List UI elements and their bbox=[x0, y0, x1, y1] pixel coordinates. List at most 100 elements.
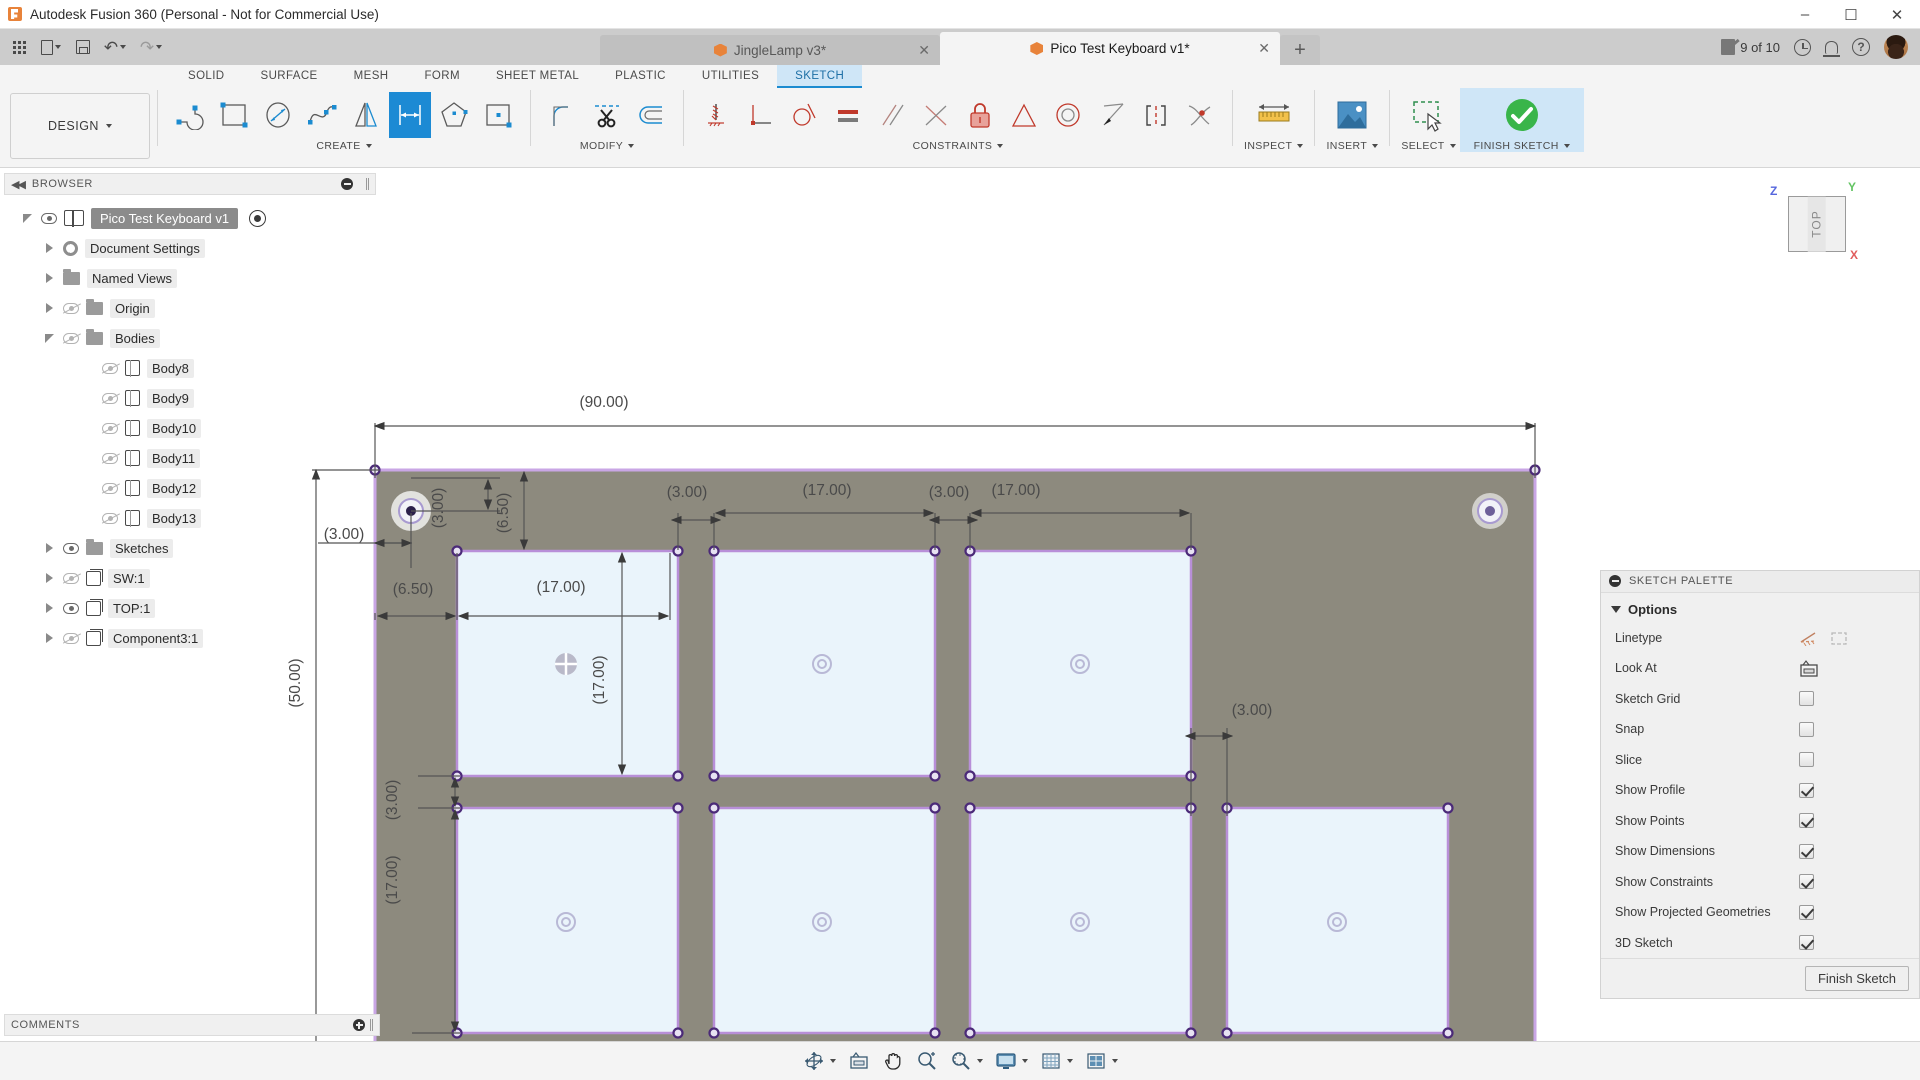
expand-toggle-icon[interactable] bbox=[42, 331, 56, 345]
ribbon-tab-form[interactable]: FORM bbox=[406, 65, 477, 88]
visibility-eye-icon[interactable] bbox=[102, 362, 118, 374]
construction-line-icon[interactable] bbox=[1799, 630, 1819, 646]
ribbon-tab-mesh[interactable]: MESH bbox=[336, 65, 407, 88]
zoom-button[interactable] bbox=[912, 1047, 942, 1075]
select-tool-button[interactable] bbox=[1402, 85, 1454, 145]
sketch-grid-checkbox[interactable] bbox=[1799, 691, 1814, 707]
activate-component-icon[interactable] bbox=[249, 209, 267, 227]
visibility-eye-icon[interactable] bbox=[63, 632, 79, 644]
palette-options-section[interactable]: Options bbox=[1601, 593, 1919, 623]
expand-toggle-icon[interactable] bbox=[42, 601, 56, 615]
ribbon-tab-sheet-metal[interactable]: SHEET METAL bbox=[478, 65, 597, 88]
tree-item-body11[interactable]: Body11 bbox=[4, 443, 380, 473]
show-projected-geometries-checkbox[interactable] bbox=[1799, 904, 1814, 920]
undo-button[interactable]: ↶ bbox=[98, 33, 132, 61]
show-constraints-checkbox[interactable] bbox=[1799, 874, 1814, 890]
visibility-eye-icon[interactable] bbox=[102, 482, 118, 494]
visibility-eye-icon[interactable] bbox=[102, 392, 118, 404]
constraint-curvature-button[interactable] bbox=[1179, 92, 1221, 138]
expand-toggle-icon[interactable] bbox=[42, 571, 56, 585]
tree-item-body12[interactable]: Body12 bbox=[4, 473, 380, 503]
tree-item-body13[interactable]: Body13 bbox=[4, 503, 380, 533]
pan-button[interactable] bbox=[878, 1047, 908, 1075]
expand-toggle-icon[interactable] bbox=[42, 301, 56, 315]
close-button[interactable]: ✕ bbox=[1874, 0, 1920, 29]
inspect-measure-button[interactable] bbox=[1248, 85, 1300, 145]
maximize-button[interactable]: ☐ bbox=[1828, 0, 1874, 29]
expand-toggle-icon[interactable] bbox=[42, 271, 56, 285]
modify-fillet-button[interactable] bbox=[542, 92, 584, 138]
create-spline-button[interactable] bbox=[301, 92, 343, 138]
panel-resize-grip[interactable] bbox=[370, 1019, 373, 1031]
modify-trim-button[interactable] bbox=[586, 92, 628, 138]
modify-offset-button[interactable] bbox=[630, 92, 672, 138]
visibility-eye-icon[interactable] bbox=[102, 422, 118, 434]
tree-item-bodies[interactable]: Bodies bbox=[4, 323, 380, 353]
close-tab-icon[interactable]: ✕ bbox=[1258, 40, 1270, 57]
create-sketch-dimension-button[interactable] bbox=[389, 92, 431, 138]
show-points-checkbox[interactable] bbox=[1799, 813, 1814, 829]
fit-button[interactable] bbox=[946, 1047, 987, 1075]
insert-canvas-button[interactable] bbox=[1326, 85, 1378, 145]
minimize-palette-icon[interactable] bbox=[1609, 575, 1621, 587]
tree-item-body9[interactable]: Body9 bbox=[4, 383, 380, 413]
ribbon-tab-sketch[interactable]: SKETCH bbox=[777, 65, 863, 88]
ribbon-group-label-modify[interactable]: MODIFY bbox=[580, 140, 635, 152]
tree-item-root[interactable]: Pico Test Keyboard v1 bbox=[4, 203, 380, 233]
constraint-perpendicular-button[interactable] bbox=[739, 92, 781, 138]
tree-item-body8[interactable]: Body8 bbox=[4, 353, 380, 383]
close-tab-icon[interactable]: ✕ bbox=[918, 42, 930, 59]
visibility-eye-icon[interactable] bbox=[63, 602, 79, 614]
finish-sketch-button[interactable] bbox=[1496, 85, 1548, 145]
new-tab-button[interactable]: + bbox=[1280, 35, 1320, 65]
ribbon-tab-surface[interactable]: SURFACE bbox=[243, 65, 336, 88]
orbit-button[interactable] bbox=[799, 1047, 840, 1075]
create-center-rectangle-button[interactable] bbox=[477, 92, 519, 138]
avatar[interactable] bbox=[1884, 35, 1908, 59]
ribbon-tab-solid[interactable]: SOLID bbox=[170, 65, 243, 88]
constraint-equal-button[interactable] bbox=[827, 92, 869, 138]
constraint-horizontal-vertical-button[interactable] bbox=[1135, 92, 1177, 138]
tree-item-top-1[interactable]: TOP:1 bbox=[4, 593, 380, 623]
view-cube-face[interactable]: TOP bbox=[1788, 196, 1846, 252]
show-profile-checkbox[interactable] bbox=[1799, 782, 1814, 798]
trial-counter[interactable]: 9 of 10 bbox=[1721, 39, 1780, 55]
constraint-fix-button[interactable] bbox=[695, 92, 737, 138]
grid-snap-button[interactable] bbox=[1036, 1047, 1077, 1075]
finish-sketch-palette-button[interactable]: Finish Sketch bbox=[1804, 966, 1909, 991]
tree-item-component3-1[interactable]: Component3:1 bbox=[4, 623, 380, 653]
document-tab-jinglelamp[interactable]: JingleLamp v3* ✕ bbox=[600, 35, 940, 65]
tree-item-named-views[interactable]: Named Views bbox=[4, 263, 380, 293]
document-tab-pico-test-keyboard[interactable]: Pico Test Keyboard v1* ✕ bbox=[940, 32, 1280, 65]
look-at-button[interactable] bbox=[844, 1047, 874, 1075]
constraint-midpoint-button[interactable] bbox=[915, 92, 957, 138]
tree-item-origin[interactable]: Origin bbox=[4, 293, 380, 323]
tree-item-document-settings[interactable]: Document Settings bbox=[4, 233, 380, 263]
visibility-eye-icon[interactable] bbox=[63, 302, 79, 314]
redo-button[interactable]: ↷ bbox=[134, 33, 168, 61]
notifications-button[interactable] bbox=[1823, 40, 1840, 57]
panel-resize-grip[interactable] bbox=[366, 178, 369, 190]
expand-toggle-icon[interactable] bbox=[42, 541, 56, 555]
tree-item-sw-1[interactable]: SW:1 bbox=[4, 563, 380, 593]
new-document-button[interactable] bbox=[34, 33, 68, 61]
save-button[interactable] bbox=[70, 33, 96, 61]
apps-grid-icon[interactable] bbox=[6, 33, 32, 61]
expand-toggle-icon[interactable] bbox=[42, 241, 56, 255]
tree-item-sketches[interactable]: Sketches bbox=[4, 533, 380, 563]
workspace-switcher[interactable]: DESIGN bbox=[10, 93, 150, 159]
constraint-concentric-button[interactable] bbox=[1047, 92, 1089, 138]
visibility-eye-icon[interactable] bbox=[63, 332, 79, 344]
display-settings-button[interactable] bbox=[991, 1047, 1032, 1075]
constraint-symmetry-button[interactable] bbox=[1003, 92, 1045, 138]
slice-checkbox[interactable] bbox=[1799, 752, 1814, 768]
minimize-panel-icon[interactable] bbox=[341, 178, 353, 190]
view-cube[interactable]: TOP Z Y X bbox=[1762, 180, 1872, 272]
constraint-tangent-button[interactable] bbox=[783, 92, 825, 138]
recent-activity-button[interactable] bbox=[1794, 38, 1811, 56]
visibility-eye-icon[interactable] bbox=[41, 212, 57, 224]
expand-toggle-icon[interactable] bbox=[20, 211, 34, 225]
look-at-icon[interactable] bbox=[1799, 659, 1819, 677]
centerline-icon[interactable] bbox=[1829, 630, 1849, 646]
visibility-eye-icon[interactable] bbox=[102, 452, 118, 464]
